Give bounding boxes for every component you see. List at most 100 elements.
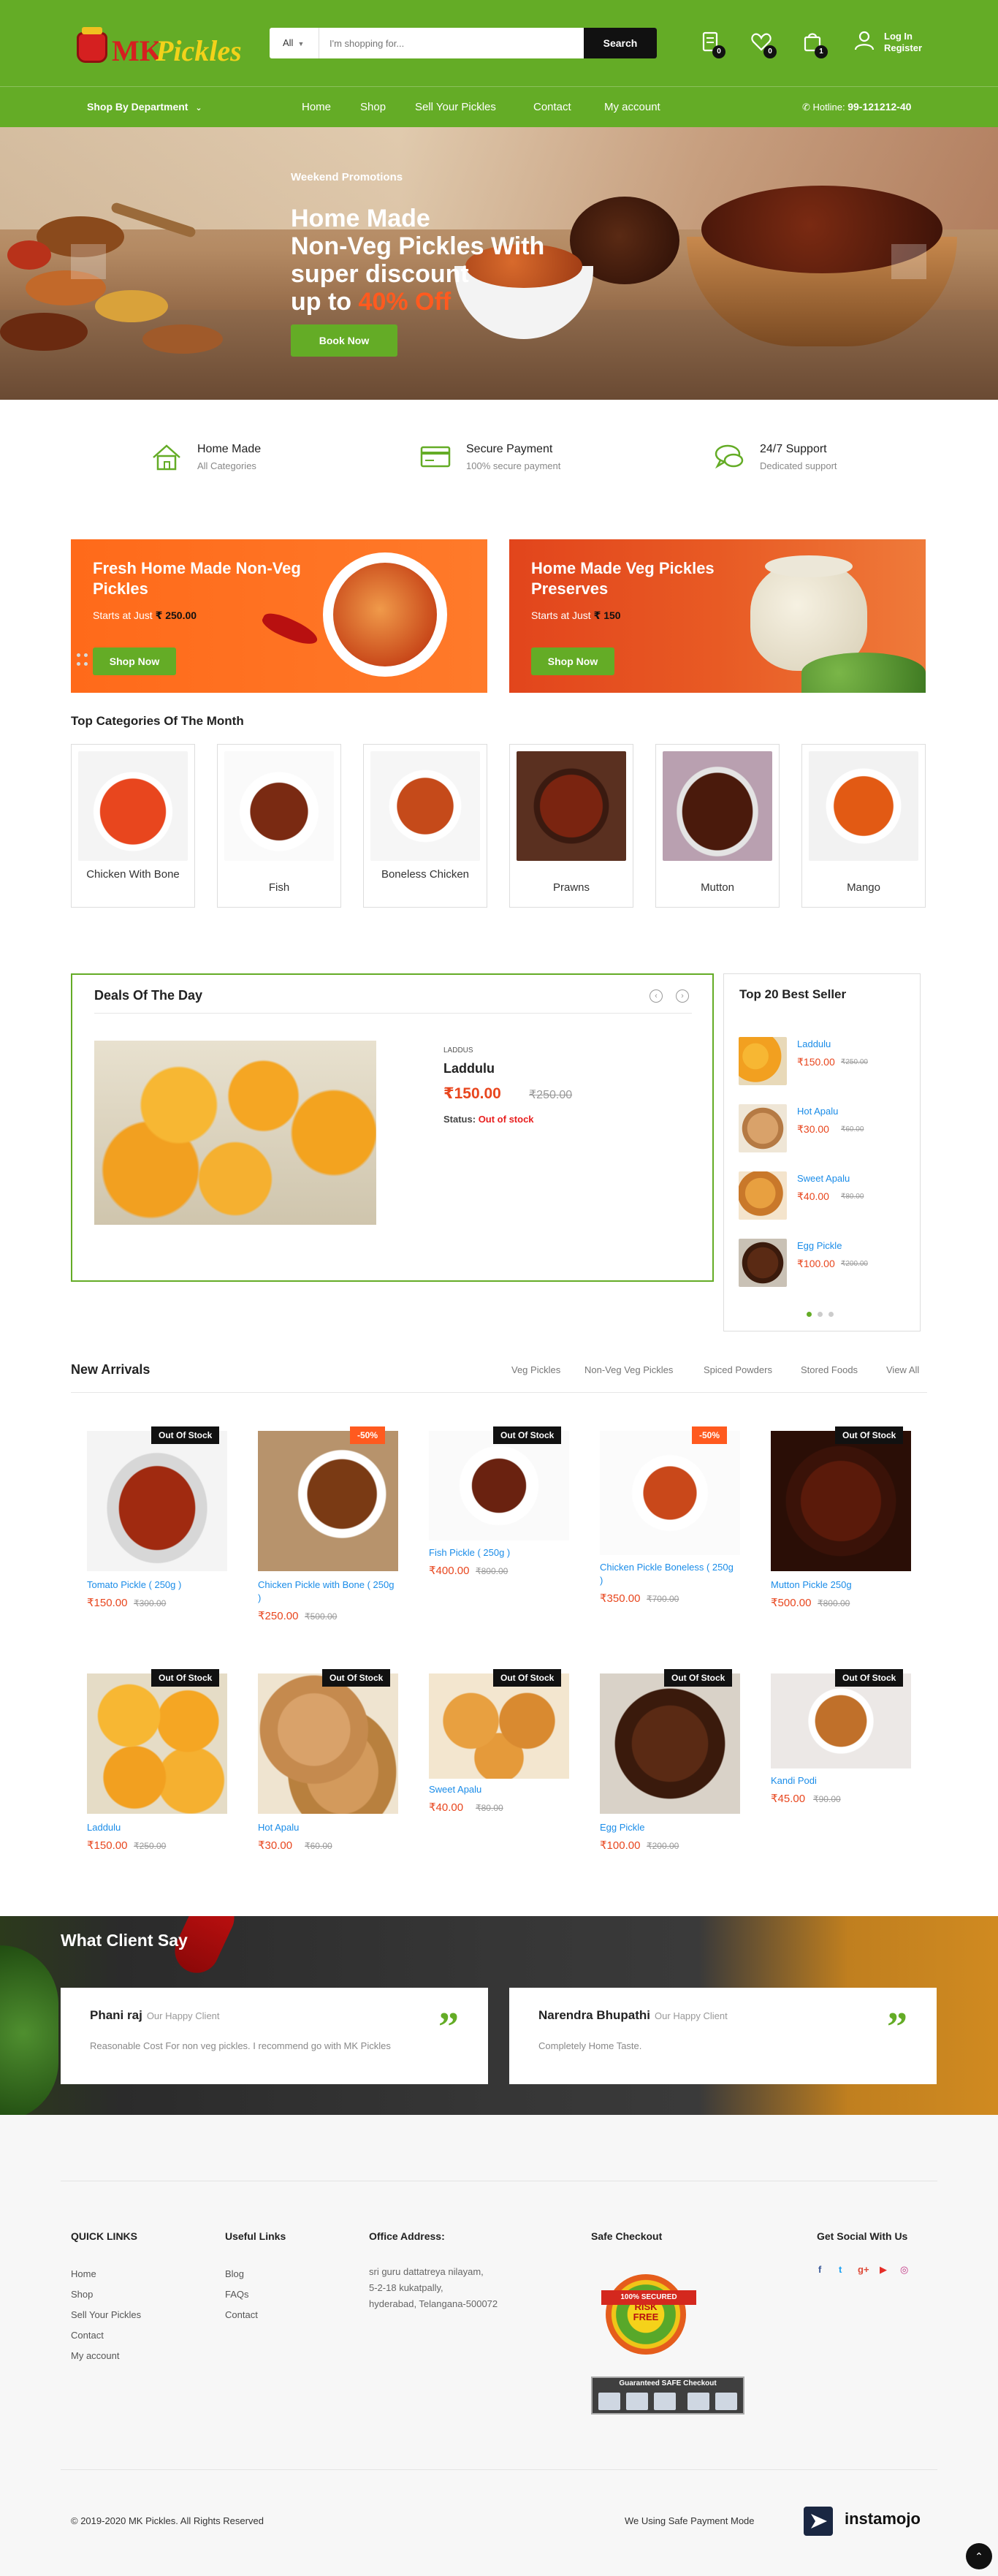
product-card[interactable]: -50% Chicken Pickle Boneless ( 250g ) ₹3… bbox=[584, 1424, 740, 1650]
testimonial-text: Completely Home Taste. bbox=[538, 2040, 642, 2051]
product-card[interactable]: Out Of Stock Kandi Podi ₹45.00 ₹90.00 bbox=[755, 1666, 911, 1893]
carousel-dot[interactable] bbox=[829, 1312, 834, 1317]
nav-shop[interactable]: Shop bbox=[360, 101, 386, 113]
shop-now-button[interactable]: Shop Now bbox=[93, 647, 176, 675]
out-of-stock-badge: Out Of Stock bbox=[493, 1669, 562, 1687]
product-name[interactable]: Tomato Pickle ( 250g ) bbox=[87, 1578, 224, 1592]
promo-banner-non-veg[interactable]: Fresh Home Made Non-Veg Pickles Starts a… bbox=[71, 539, 487, 693]
product-card[interactable]: Out Of Stock Egg Pickle ₹100.00 ₹200.00 bbox=[584, 1666, 740, 1893]
best-seller-name[interactable]: Egg Pickle bbox=[797, 1240, 842, 1251]
feature-subtitle: 100% secure payment bbox=[466, 460, 561, 471]
hero-prev-arrow[interactable] bbox=[71, 244, 106, 279]
footer-link-blog[interactable]: Blog bbox=[225, 2264, 286, 2284]
product-image[interactable] bbox=[87, 1673, 227, 1814]
search-input[interactable] bbox=[330, 28, 549, 58]
twitter-icon[interactable]: t bbox=[839, 2264, 842, 2275]
product-name[interactable]: Sweet Apalu bbox=[429, 1783, 566, 1796]
best-seller-item[interactable]: Egg Pickle ₹100.00 ₹200.00 bbox=[739, 1234, 907, 1290]
youtube-icon[interactable]: ▶ bbox=[880, 2264, 887, 2276]
product-image[interactable] bbox=[771, 1673, 911, 1768]
category-card[interactable]: Mutton bbox=[655, 744, 780, 908]
mango-image bbox=[801, 653, 926, 693]
product-image[interactable] bbox=[258, 1673, 398, 1814]
category-card[interactable]: Fish bbox=[217, 744, 341, 908]
product-name[interactable]: Laddulu bbox=[87, 1821, 224, 1834]
product-card[interactable]: Out Of Stock Sweet Apalu ₹40.00 ₹80.00 bbox=[413, 1666, 569, 1893]
scroll-to-top-button[interactable]: ⌃ bbox=[966, 2543, 992, 2569]
deals-next-button[interactable]: › bbox=[676, 989, 689, 1003]
login-register-link[interactable]: Log In Register bbox=[853, 29, 934, 56]
cart-button[interactable]: 1 bbox=[801, 31, 828, 58]
best-seller-name[interactable]: Hot Apalu bbox=[797, 1106, 838, 1117]
tab-view-all[interactable]: View All bbox=[886, 1364, 919, 1375]
product-price: ₹150.00 bbox=[87, 1597, 128, 1609]
product-name[interactable]: Egg Pickle bbox=[600, 1821, 737, 1834]
product-old-price: ₹80.00 bbox=[476, 1803, 503, 1813]
chevron-down-icon: ⌄ bbox=[195, 104, 202, 113]
tab-veg-pickles[interactable]: Veg Pickles bbox=[511, 1364, 560, 1375]
product-name[interactable]: Chicken Pickle Boneless ( 250g ) bbox=[600, 1561, 737, 1587]
facebook-icon[interactable]: f bbox=[818, 2264, 821, 2275]
product-card[interactable]: -50% Chicken Pickle with Bone ( 250g ) ₹… bbox=[242, 1424, 398, 1650]
best-seller-item[interactable]: Laddulu ₹150.00 ₹250.00 bbox=[739, 1033, 907, 1088]
safe-payment-text: We Using Safe Payment Mode bbox=[625, 2515, 755, 2526]
footer-link-sell[interactable]: Sell Your Pickles bbox=[71, 2305, 141, 2325]
nav-contact[interactable]: Contact bbox=[533, 101, 571, 113]
nav-my-account[interactable]: My account bbox=[604, 101, 660, 113]
footer-link-contact[interactable]: Contact bbox=[71, 2325, 141, 2346]
carousel-dot-active[interactable] bbox=[807, 1312, 812, 1317]
promo-price-line: Starts at Just ₹ 150 bbox=[531, 609, 621, 622]
best-seller-item[interactable]: Sweet Apalu ₹40.00 ₹80.00 bbox=[739, 1167, 907, 1223]
product-image[interactable] bbox=[258, 1431, 398, 1571]
product-image[interactable] bbox=[429, 1673, 569, 1779]
site-logo[interactable]: MK Pickles bbox=[71, 15, 246, 72]
best-seller-name[interactable]: Sweet Apalu bbox=[797, 1173, 850, 1184]
product-name[interactable]: Hot Apalu bbox=[258, 1821, 395, 1834]
product-image[interactable] bbox=[87, 1431, 227, 1571]
product-name[interactable]: Chicken Pickle with Bone ( 250g ) bbox=[258, 1578, 395, 1605]
category-card[interactable]: Mango bbox=[801, 744, 926, 908]
book-now-button[interactable]: Book Now bbox=[291, 324, 397, 357]
shop-now-button[interactable]: Shop Now bbox=[531, 647, 614, 675]
product-name[interactable]: Mutton Pickle 250g bbox=[771, 1578, 908, 1592]
search-button[interactable]: Search bbox=[584, 28, 657, 58]
deals-prev-button[interactable]: ‹ bbox=[650, 989, 663, 1003]
product-image[interactable] bbox=[600, 1431, 740, 1555]
product-card[interactable]: Out Of Stock Tomato Pickle ( 250g ) ₹150… bbox=[71, 1424, 227, 1650]
nav-home[interactable]: Home bbox=[302, 101, 331, 113]
product-card[interactable]: Out Of Stock Mutton Pickle 250g ₹500.00 … bbox=[755, 1424, 911, 1650]
product-name[interactable]: Kandi Podi bbox=[771, 1774, 908, 1787]
product-image[interactable] bbox=[429, 1431, 569, 1540]
tab-stored-foods[interactable]: Stored Foods bbox=[801, 1364, 858, 1375]
footer-link-home[interactable]: Home bbox=[71, 2264, 141, 2284]
footer-link-faqs[interactable]: FAQs bbox=[225, 2284, 286, 2305]
category-card[interactable]: Prawns bbox=[509, 744, 633, 908]
deal-product-name[interactable]: Laddulu bbox=[443, 1061, 495, 1076]
instagram-icon[interactable]: ◎ bbox=[900, 2264, 908, 2276]
carousel-dot[interactable] bbox=[818, 1312, 823, 1317]
promo-banner-veg[interactable]: Home Made Veg Pickles Preserves Starts a… bbox=[509, 539, 926, 693]
product-card[interactable]: Out Of Stock Laddulu ₹150.00 ₹250.00 bbox=[71, 1666, 227, 1893]
footer-link-account[interactable]: My account bbox=[71, 2346, 141, 2366]
product-name[interactable]: Fish Pickle ( 250g ) bbox=[429, 1546, 566, 1559]
footer-link-contact[interactable]: Contact bbox=[225, 2305, 286, 2325]
product-image[interactable] bbox=[771, 1431, 911, 1571]
footer-link-shop[interactable]: Shop bbox=[71, 2284, 141, 2305]
deal-product-image[interactable] bbox=[94, 1041, 376, 1225]
product-card[interactable]: Out Of Stock Fish Pickle ( 250g ) ₹400.0… bbox=[413, 1424, 569, 1650]
product-card[interactable]: Out Of Stock Hot Apalu ₹30.00 ₹60.00 bbox=[242, 1666, 398, 1893]
shop-by-department-menu[interactable]: Shop By Department ⌄ bbox=[87, 101, 202, 113]
best-seller-name[interactable]: Laddulu bbox=[797, 1038, 831, 1049]
tab-non-veg-pickles[interactable]: Non-Veg Veg Pickles bbox=[584, 1364, 673, 1375]
wishlist-button[interactable]: 0 bbox=[750, 31, 777, 58]
hero-next-arrow[interactable] bbox=[891, 244, 926, 279]
category-card[interactable]: Boneless Chicken bbox=[363, 744, 487, 908]
compare-button[interactable]: 0 bbox=[699, 31, 725, 58]
tab-spiced-powders[interactable]: Spiced Powders bbox=[704, 1364, 772, 1375]
best-seller-item[interactable]: Hot Apalu ₹30.00 ₹60.00 bbox=[739, 1100, 907, 1155]
category-card[interactable]: Chicken With Bone bbox=[71, 744, 195, 908]
product-image[interactable] bbox=[600, 1673, 740, 1814]
nav-sell-your-pickles[interactable]: Sell Your Pickles bbox=[415, 101, 496, 113]
search-category-select[interactable]: All ▼ bbox=[270, 28, 319, 58]
google-plus-icon[interactable]: g+ bbox=[858, 2264, 869, 2275]
